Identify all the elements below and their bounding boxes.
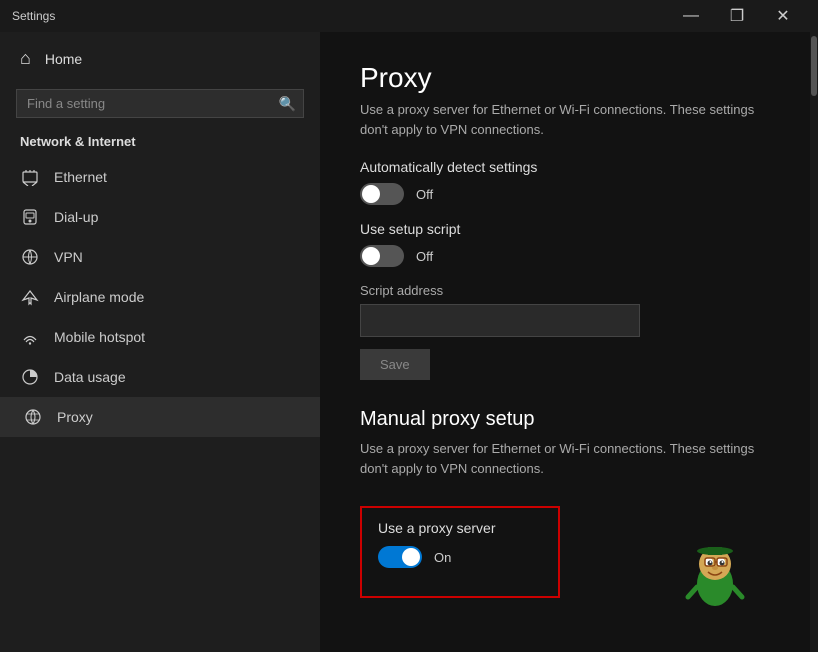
auto-detect-value: Off xyxy=(416,187,433,202)
sidebar-item-airplane[interactable]: Airplane mode xyxy=(0,277,320,317)
auto-section-desc: Use a proxy server for Ethernet or Wi-Fi… xyxy=(360,100,770,139)
script-address-label: Script address xyxy=(360,283,770,298)
sidebar-item-dialup[interactable]: Dial-up xyxy=(0,197,320,237)
sidebar-item-vpn-label: VPN xyxy=(54,249,83,265)
use-proxy-toggle-row: On xyxy=(378,546,542,568)
sidebar-section-title: Network & Internet xyxy=(0,130,320,157)
minimize-button[interactable]: — xyxy=(668,0,714,32)
sidebar-item-ethernet-label: Ethernet xyxy=(54,169,107,185)
mascot-image xyxy=(680,542,750,612)
scrollbar[interactable] xyxy=(810,32,818,652)
proxy-icon xyxy=(23,408,43,426)
sidebar-item-vpn[interactable]: VPN xyxy=(0,237,320,277)
sidebar-item-airplane-label: Airplane mode xyxy=(54,289,144,305)
script-address-input[interactable] xyxy=(360,304,640,337)
auto-detect-toggle-knob xyxy=(362,185,380,203)
main-content: Proxy Use a proxy server for Ethernet or… xyxy=(320,32,810,652)
sidebar-nav: Ethernet Dial-up xyxy=(0,157,320,652)
setup-script-toggle-knob xyxy=(362,247,380,265)
setup-script-value: Off xyxy=(416,249,433,264)
auto-detect-label: Automatically detect settings xyxy=(360,159,770,175)
manual-section-desc: Use a proxy server for Ethernet or Wi-Fi… xyxy=(360,439,770,478)
setup-script-toggle-row: Off xyxy=(360,245,770,267)
search-container: 🔍 xyxy=(16,89,304,118)
dialup-icon xyxy=(20,208,40,226)
auto-detect-toggle[interactable] xyxy=(360,183,404,205)
hotspot-icon xyxy=(20,328,40,346)
sidebar-item-proxy-label: Proxy xyxy=(57,409,93,425)
data-icon xyxy=(20,368,40,386)
manual-section-title: Manual proxy setup xyxy=(360,408,770,431)
vpn-icon xyxy=(20,248,40,266)
use-proxy-toggle-knob xyxy=(402,548,420,566)
sidebar-item-hotspot-label: Mobile hotspot xyxy=(54,329,145,345)
home-label: Home xyxy=(45,51,82,67)
window-controls: — ❐ ✕ xyxy=(668,0,806,32)
use-proxy-toggle[interactable] xyxy=(378,546,422,568)
search-icon: 🔍 xyxy=(279,95,296,112)
app-title: Settings xyxy=(12,9,668,23)
restore-button[interactable]: ❐ xyxy=(714,0,760,32)
ethernet-icon xyxy=(20,168,40,186)
search-input[interactable] xyxy=(16,89,304,118)
sidebar-item-datausage[interactable]: Data usage xyxy=(0,357,320,397)
sidebar-item-proxy[interactable]: Proxy xyxy=(0,397,320,437)
page-title: Proxy xyxy=(360,62,770,94)
sidebar-item-ethernet[interactable]: Ethernet xyxy=(0,157,320,197)
setup-script-label: Use setup script xyxy=(360,221,770,237)
home-nav-item[interactable]: ⌂ Home xyxy=(0,32,320,85)
use-proxy-server-box: Use a proxy server On xyxy=(360,506,560,598)
setup-script-toggle[interactable] xyxy=(360,245,404,267)
airplane-icon xyxy=(20,288,40,306)
close-button[interactable]: ✕ xyxy=(760,0,806,32)
use-proxy-server-label: Use a proxy server xyxy=(378,520,542,536)
title-bar: Settings — ❐ ✕ xyxy=(0,0,818,32)
use-proxy-value: On xyxy=(434,550,451,565)
scrollbar-thumb[interactable] xyxy=(811,36,817,96)
sidebar-item-datausage-label: Data usage xyxy=(54,369,126,385)
sidebar-item-hotspot[interactable]: Mobile hotspot xyxy=(0,317,320,357)
sidebar: ⌂ Home 🔍 Network & Internet xyxy=(0,32,320,652)
app-body: ⌂ Home 🔍 Network & Internet xyxy=(0,32,818,652)
sidebar-item-dialup-label: Dial-up xyxy=(54,209,98,225)
auto-detect-toggle-row: Off xyxy=(360,183,770,205)
home-icon: ⌂ xyxy=(20,48,31,69)
save-button[interactable]: Save xyxy=(360,349,430,380)
